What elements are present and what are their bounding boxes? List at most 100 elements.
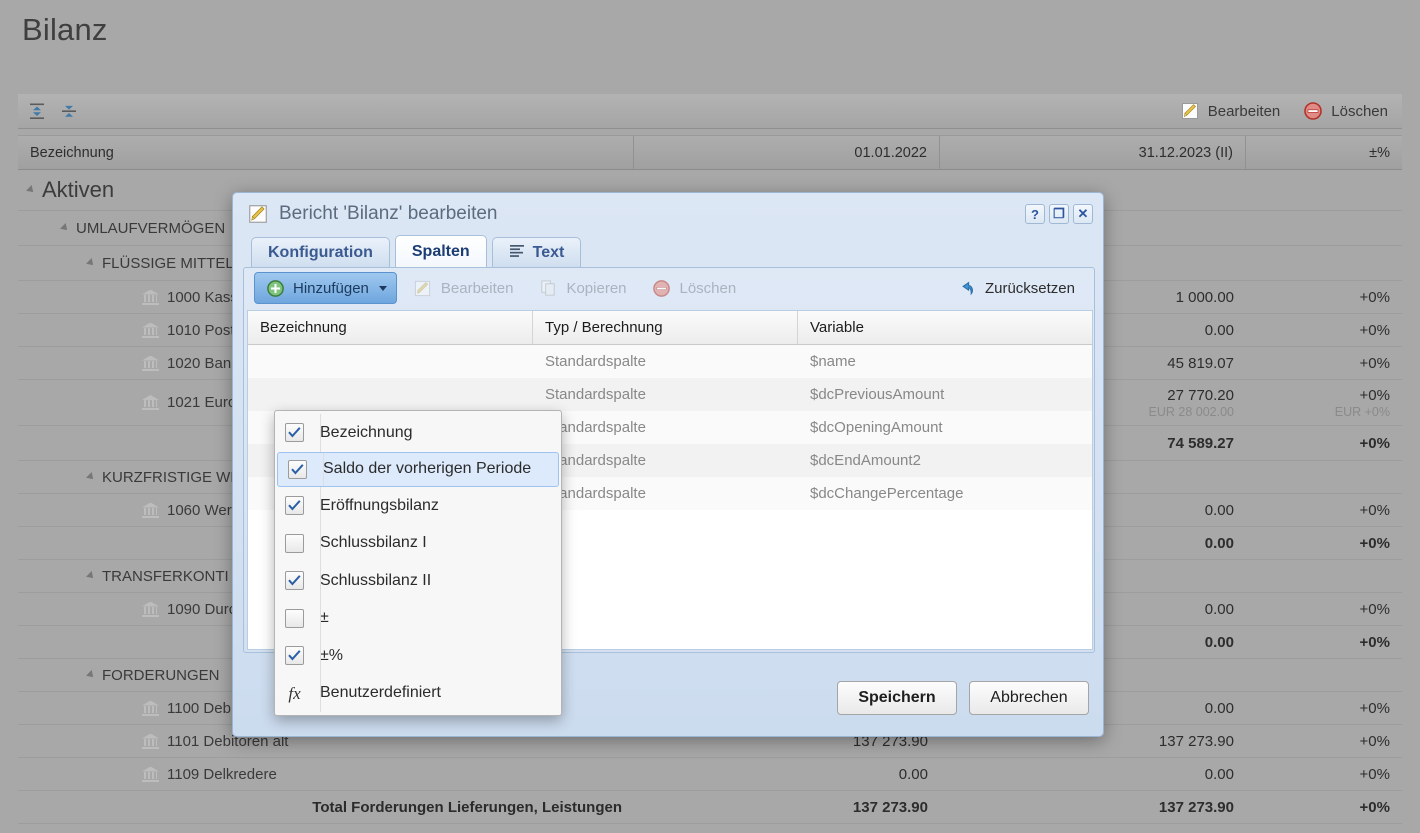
- expand-triangle-icon[interactable]: [26, 185, 36, 195]
- checkbox-checked-icon[interactable]: [285, 571, 304, 590]
- table-row[interactable]: Total Forderungen Lieferungen, Leistunge…: [18, 791, 1402, 824]
- col-header-percent[interactable]: ±%: [1246, 136, 1402, 169]
- checkbox-checked-icon[interactable]: [285, 646, 304, 665]
- value: 137 273.90: [853, 798, 928, 817]
- copy-column-button: Kopieren: [528, 273, 635, 303]
- panel-toolbar: Hinzufügen Bearbeiten: [244, 268, 1094, 308]
- tab-text[interactable]: Text: [492, 237, 582, 267]
- delete-column-button: Löschen: [642, 273, 746, 303]
- add-column-button[interactable]: Hinzufügen: [254, 272, 397, 304]
- value: 0.00: [1205, 600, 1234, 619]
- expand-all-icon[interactable]: [26, 100, 48, 122]
- checkbox-checked-icon[interactable]: [285, 423, 304, 442]
- value-cell-percent: +0%: [1246, 434, 1402, 453]
- dropdown-item[interactable]: Saldo der vorherigen Periode: [277, 452, 559, 488]
- account-icon: [142, 602, 159, 617]
- expand-triangle-icon[interactable]: [86, 472, 96, 482]
- value: 137 273.90: [1159, 732, 1234, 751]
- account-icon: [142, 395, 159, 410]
- help-button[interactable]: ?: [1025, 204, 1045, 224]
- maximize-button[interactable]: ❐: [1049, 204, 1069, 224]
- tab-konfiguration[interactable]: Konfiguration: [251, 237, 390, 267]
- value-cell-date1: 0.00: [634, 765, 940, 784]
- report-table-header: Bezeichnung 01.01.2022 31.12.2023 (II) ±…: [18, 135, 1402, 170]
- dropdown-item[interactable]: Schlussbilanz II: [275, 562, 561, 600]
- expand-triangle-icon[interactable]: [86, 670, 96, 680]
- edit-column-label: Bearbeiten: [441, 280, 514, 297]
- save-button[interactable]: Speichern: [837, 681, 957, 715]
- value-cell-percent: +0%: [1246, 798, 1402, 817]
- close-button[interactable]: ✕: [1073, 204, 1093, 224]
- value: +0%: [1360, 732, 1390, 751]
- value-cell-date2: 137 273.90: [940, 798, 1246, 817]
- grid-cell-typ: Standardspalte: [533, 353, 798, 370]
- reset-columns-label: Zurücksetzen: [985, 280, 1075, 297]
- checkbox-checked-icon[interactable]: [288, 460, 307, 479]
- reset-columns-button[interactable]: Zurücksetzen: [947, 273, 1084, 303]
- checkbox-unchecked-icon[interactable]: [285, 534, 304, 553]
- value: 0.00: [1205, 699, 1234, 718]
- pencil-icon: [247, 203, 269, 225]
- value-cell-percent: +0%: [1246, 321, 1402, 340]
- col-header-date1[interactable]: 01.01.2022: [634, 136, 940, 169]
- checkbox-unchecked-icon[interactable]: [285, 609, 304, 628]
- delete-column-label: Löschen: [680, 280, 737, 297]
- expand-triangle-icon[interactable]: [86, 258, 96, 268]
- edit-report-button[interactable]: Bearbeiten: [1179, 100, 1281, 122]
- value: +0%: [1360, 534, 1390, 553]
- grid-col-typ[interactable]: Typ / Berechnung: [533, 311, 798, 344]
- dropdown-item-label: ±: [320, 609, 329, 627]
- row-label: FLÜSSIGE MITTEL: [102, 255, 234, 272]
- tab-spalten[interactable]: Spalten: [395, 235, 487, 267]
- divider: [320, 525, 321, 563]
- row-label: Total Forderungen Lieferungen, Leistunge…: [312, 799, 622, 816]
- account-icon: [142, 356, 159, 371]
- grid-cell-variable: $dcOpeningAmount: [798, 419, 1091, 436]
- copy-icon: [537, 277, 559, 299]
- col-header-bezeichnung[interactable]: Bezeichnung: [18, 136, 634, 169]
- col-header-date2[interactable]: 31.12.2023 (II): [940, 136, 1246, 169]
- value-cell-date1: 137 273.90: [634, 798, 940, 817]
- row-label: UMLAUFVERMÖGEN: [76, 220, 225, 237]
- value: +0%: [1360, 288, 1390, 307]
- dropdown-item-label: ±%: [320, 647, 343, 665]
- dropdown-item[interactable]: fxBenutzerdefiniert: [275, 675, 561, 713]
- expand-triangle-icon[interactable]: [86, 571, 96, 581]
- divider: [320, 562, 321, 600]
- divider: [320, 600, 321, 638]
- add-circle-icon: [264, 277, 286, 299]
- tab-label: Konfiguration: [268, 244, 373, 262]
- checkbox-checked-icon[interactable]: [285, 496, 304, 515]
- cancel-button[interactable]: Abbrechen: [969, 681, 1089, 715]
- grid-cell-typ: Standardspalte: [533, 419, 798, 436]
- function-fx-icon: fx: [285, 684, 304, 703]
- row-label: Aktiven: [42, 177, 114, 203]
- dropdown-item[interactable]: Schlussbilanz I: [275, 525, 561, 563]
- grid-col-variable[interactable]: Variable: [798, 311, 1091, 344]
- dropdown-item[interactable]: ±: [275, 600, 561, 638]
- dropdown-item[interactable]: Eröffnungsbilanz: [275, 487, 561, 525]
- dropdown-item-label: Bezeichnung: [320, 424, 413, 442]
- sub-value: EUR +0%: [1335, 405, 1390, 420]
- value: 45 819.07: [1167, 354, 1234, 373]
- collapse-all-icon[interactable]: [58, 100, 80, 122]
- delete-circle-icon: [1302, 100, 1324, 122]
- value: 0.00: [1205, 765, 1234, 784]
- grid-row[interactable]: Standardspalte$name: [248, 345, 1092, 378]
- table-row[interactable]: 1109 Delkredere0.000.00+0%: [18, 758, 1402, 791]
- add-column-label: Hinzufügen: [293, 280, 369, 297]
- delete-circle-icon: [651, 277, 673, 299]
- row-label: 1021 Euro: [167, 394, 236, 411]
- grid-row[interactable]: Standardspalte$dcPreviousAmount: [248, 378, 1092, 411]
- dropdown-item-label: Saldo der vorherigen Periode: [323, 460, 531, 478]
- expand-triangle-icon[interactable]: [60, 223, 70, 233]
- value-cell-percent: +0%EUR +0%: [1246, 386, 1402, 420]
- value-cell-percent: +0%: [1246, 534, 1402, 553]
- account-icon: [142, 701, 159, 716]
- dropdown-item[interactable]: Bezeichnung: [275, 414, 561, 452]
- dropdown-item[interactable]: ±%: [275, 637, 561, 675]
- grid-col-bezeichnung[interactable]: Bezeichnung: [248, 311, 533, 344]
- grid-cell-typ: Standardspalte: [533, 452, 798, 469]
- grid-cell-typ: Standardspalte: [533, 386, 798, 403]
- delete-report-button[interactable]: Löschen: [1302, 100, 1388, 122]
